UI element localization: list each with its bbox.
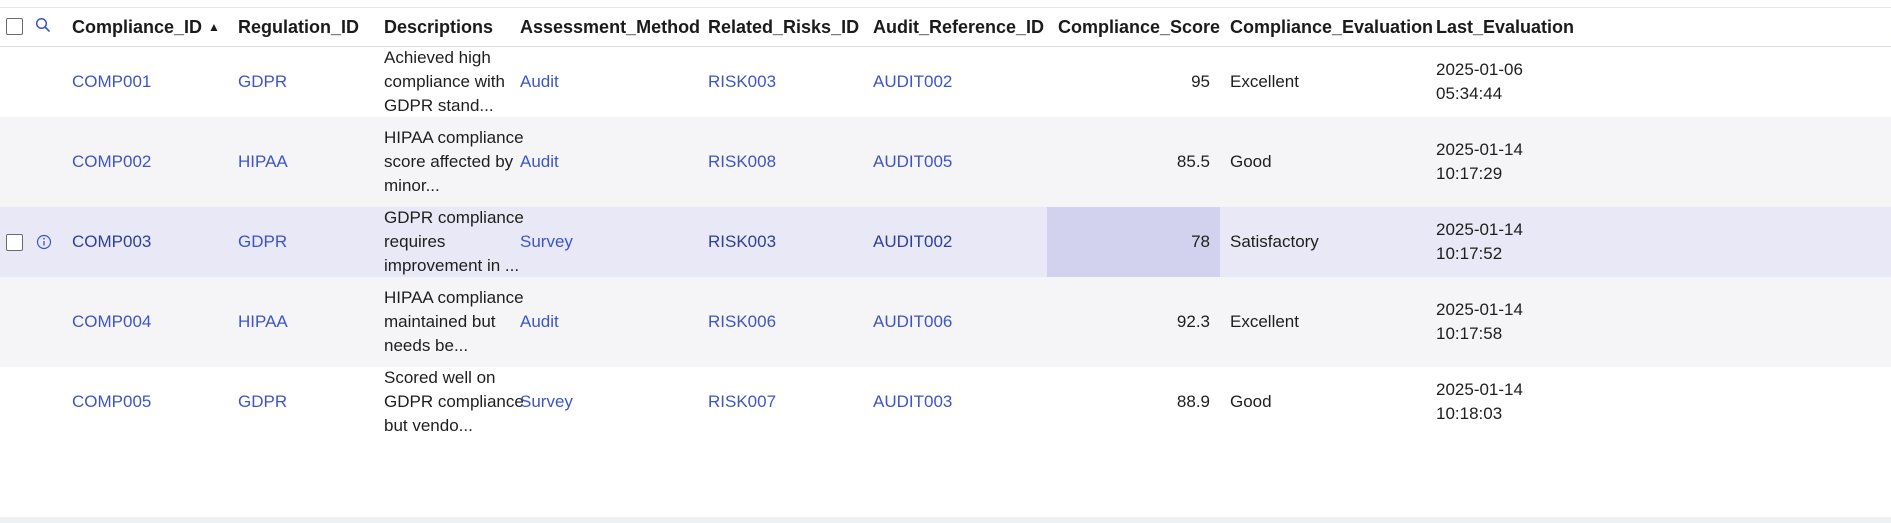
description-text: GDPR compliance requires improvement in … [384,208,524,275]
table-row[interactable]: COMP001 GDPR Achieved high compliance wi… [0,47,1891,117]
header-last-evaluation[interactable]: Last_Evaluation [1436,8,1574,46]
cell-compliance-evaluation: Satisfactory [1230,232,1319,251]
last-evaluation-text: 2025-01-14 10:17:52 [1436,220,1523,263]
cell-descriptions: HIPAA compliance maintained but needs be… [384,277,524,367]
data-grid: Compliance_ID ▲ Regulation_ID Description… [0,8,1891,437]
cell-related-risks-id[interactable]: RISK003 [708,207,776,277]
cell-assessment-method[interactable]: Survey [520,367,573,437]
cell-regulation-id[interactable]: GDPR [238,207,287,277]
cell-compliance-score[interactable]: 95 [1047,47,1220,117]
last-evaluation-text: 2025-01-14 10:17:29 [1436,140,1523,183]
last-evaluation-text: 2025-01-14 10:17:58 [1436,300,1523,343]
description-text: HIPAA compliance score affected by minor… [384,128,524,195]
cell-compliance-evaluation: Good [1230,392,1272,411]
description-text: Achieved high compliance with GDPR stand… [384,48,505,115]
cell-regulation-id[interactable]: HIPAA [238,117,288,207]
cell-last-evaluation: 2025-01-14 10:17:52 [1436,207,1556,277]
header-assessment-method[interactable]: Assessment_Method [520,8,700,46]
cell-audit-reference-id[interactable]: AUDIT003 [873,367,952,437]
grid-header: Compliance_ID ▲ Regulation_ID Description… [0,8,1891,47]
cell-descriptions: Achieved high compliance with GDPR stand… [384,47,524,117]
cell-audit-reference-id[interactable]: AUDIT006 [873,277,952,367]
cell-compliance-score[interactable]: 85.5 [1047,117,1220,207]
header-regulation-id[interactable]: Regulation_ID [238,8,359,46]
header-compliance-evaluation[interactable]: Compliance_Evaluation [1230,8,1433,46]
cell-descriptions: HIPAA compliance score affected by minor… [384,117,524,207]
cell-assessment-method[interactable]: Survey [520,207,573,277]
search-icon[interactable] [34,16,52,36]
cell-regulation-id[interactable]: HIPAA [238,277,288,367]
cell-compliance-evaluation: Excellent [1230,312,1299,331]
description-text: Scored well on GDPR compliance but vendo… [384,368,524,435]
cell-compliance-score[interactable]: 78 [1047,207,1220,277]
cell-related-risks-id[interactable]: RISK006 [708,277,776,367]
table-row[interactable]: COMP002 HIPAA HIPAA compliance score aff… [0,117,1891,207]
header-related-risks-id[interactable]: Related_Risks_ID [708,8,859,46]
table-row[interactable]: COMP003 GDPR GDPR compliance requires im… [0,207,1891,277]
cell-regulation-id[interactable]: GDPR [238,367,287,437]
cell-last-evaluation: 2025-01-06 05:34:44 [1436,47,1556,117]
cell-last-evaluation: 2025-01-14 10:17:29 [1436,117,1556,207]
row-checkbox[interactable] [6,207,23,277]
cell-regulation-id[interactable]: GDPR [238,47,287,117]
bottom-border [0,517,1891,523]
cell-compliance-score[interactable]: 92.3 [1047,277,1220,367]
cell-related-risks-id[interactable]: RISK008 [708,117,776,207]
cell-last-evaluation: 2025-01-14 10:17:58 [1436,277,1556,367]
cell-related-risks-id[interactable]: RISK003 [708,47,776,117]
cell-descriptions: GDPR compliance requires improvement in … [384,207,524,277]
header-compliance-score[interactable]: Compliance_Score [1058,8,1220,46]
last-evaluation-text: 2025-01-06 05:34:44 [1436,60,1523,103]
sort-ascending-icon: ▲ [208,20,220,34]
header-compliance-id[interactable]: Compliance_ID ▲ [72,8,220,46]
top-border [0,0,1891,8]
cell-compliance-evaluation: Good [1230,152,1272,171]
cell-assessment-method[interactable]: Audit [520,117,559,207]
cell-related-risks-id[interactable]: RISK007 [708,367,776,437]
cell-compliance-id[interactable]: COMP005 [72,367,151,437]
cell-assessment-method[interactable]: Audit [520,277,559,367]
row-select-checkbox[interactable] [6,233,23,251]
cell-audit-reference-id[interactable]: AUDIT002 [873,47,952,117]
cell-compliance-id[interactable]: COMP003 [72,207,151,277]
cell-last-evaluation: 2025-01-14 10:18:03 [1436,367,1556,437]
cell-descriptions: Scored well on GDPR compliance but vendo… [384,367,524,437]
header-descriptions[interactable]: Descriptions [384,8,493,46]
description-text: HIPAA compliance maintained but needs be… [384,288,524,355]
last-evaluation-text: 2025-01-14 10:18:03 [1436,380,1523,423]
select-all-checkbox[interactable] [6,18,23,35]
table-row[interactable]: COMP005 GDPR Scored well on GDPR complia… [0,367,1891,437]
table-row[interactable]: COMP004 HIPAA HIPAA compliance maintaine… [0,277,1891,367]
cell-compliance-score[interactable]: 88.9 [1047,367,1220,437]
cell-compliance-id[interactable]: COMP001 [72,47,151,117]
info-icon[interactable] [35,207,53,277]
cell-audit-reference-id[interactable]: AUDIT005 [873,117,952,207]
cell-compliance-evaluation: Excellent [1230,72,1299,91]
cell-compliance-id[interactable]: COMP004 [72,277,151,367]
header-label: Compliance_ID [72,17,203,37]
cell-compliance-id[interactable]: COMP002 [72,117,151,207]
cell-assessment-method[interactable]: Audit [520,47,559,117]
cell-audit-reference-id[interactable]: AUDIT002 [873,207,952,277]
header-audit-reference-id[interactable]: Audit_Reference_ID [873,8,1044,46]
